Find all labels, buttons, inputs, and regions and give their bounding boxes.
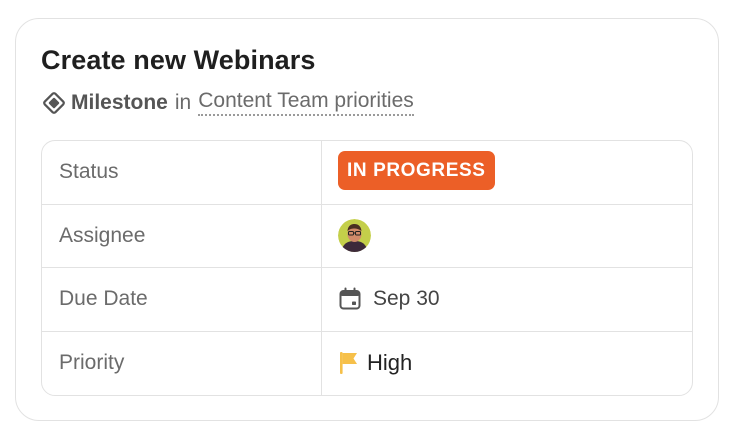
status-label: Status xyxy=(42,141,322,204)
due-date-label: Due Date xyxy=(42,268,322,331)
property-row-priority: Priority High xyxy=(42,331,692,396)
assignee-value-cell xyxy=(322,205,692,268)
status-badge[interactable]: IN PROGRESS xyxy=(338,150,495,190)
item-type-label: Milestone xyxy=(71,90,168,114)
user-avatar[interactable] xyxy=(338,219,371,253)
assignee-label: Assignee xyxy=(42,204,322,267)
status-value-cell: IN PROGRESS xyxy=(322,141,692,204)
property-row-assignee: Assignee xyxy=(42,204,692,268)
parent-project-link[interactable]: Content Team priorities xyxy=(198,89,414,116)
card-title[interactable]: Create new Webinars xyxy=(41,45,316,76)
property-row-due-date: Due Date Sep 30 xyxy=(42,268,692,332)
priority-value: High xyxy=(367,350,413,376)
due-date-value-cell[interactable]: Sep 30 xyxy=(322,268,692,331)
due-date-value: Sep 30 xyxy=(373,287,440,311)
in-word: in xyxy=(174,90,192,114)
milestone-diamond-icon xyxy=(41,90,67,116)
properties-table: Status IN PROGRESS Assignee Due Date Sep… xyxy=(41,140,693,396)
flag-icon xyxy=(338,350,360,376)
card-subtitle: Milestone in Content Team priorities xyxy=(41,89,414,116)
priority-label: Priority xyxy=(42,331,322,395)
milestone-card: Create new Webinars Milestone in Content… xyxy=(15,18,719,421)
calendar-icon xyxy=(338,287,362,311)
property-row-status: Status IN PROGRESS xyxy=(42,141,692,205)
priority-value-cell[interactable]: High xyxy=(322,332,692,396)
